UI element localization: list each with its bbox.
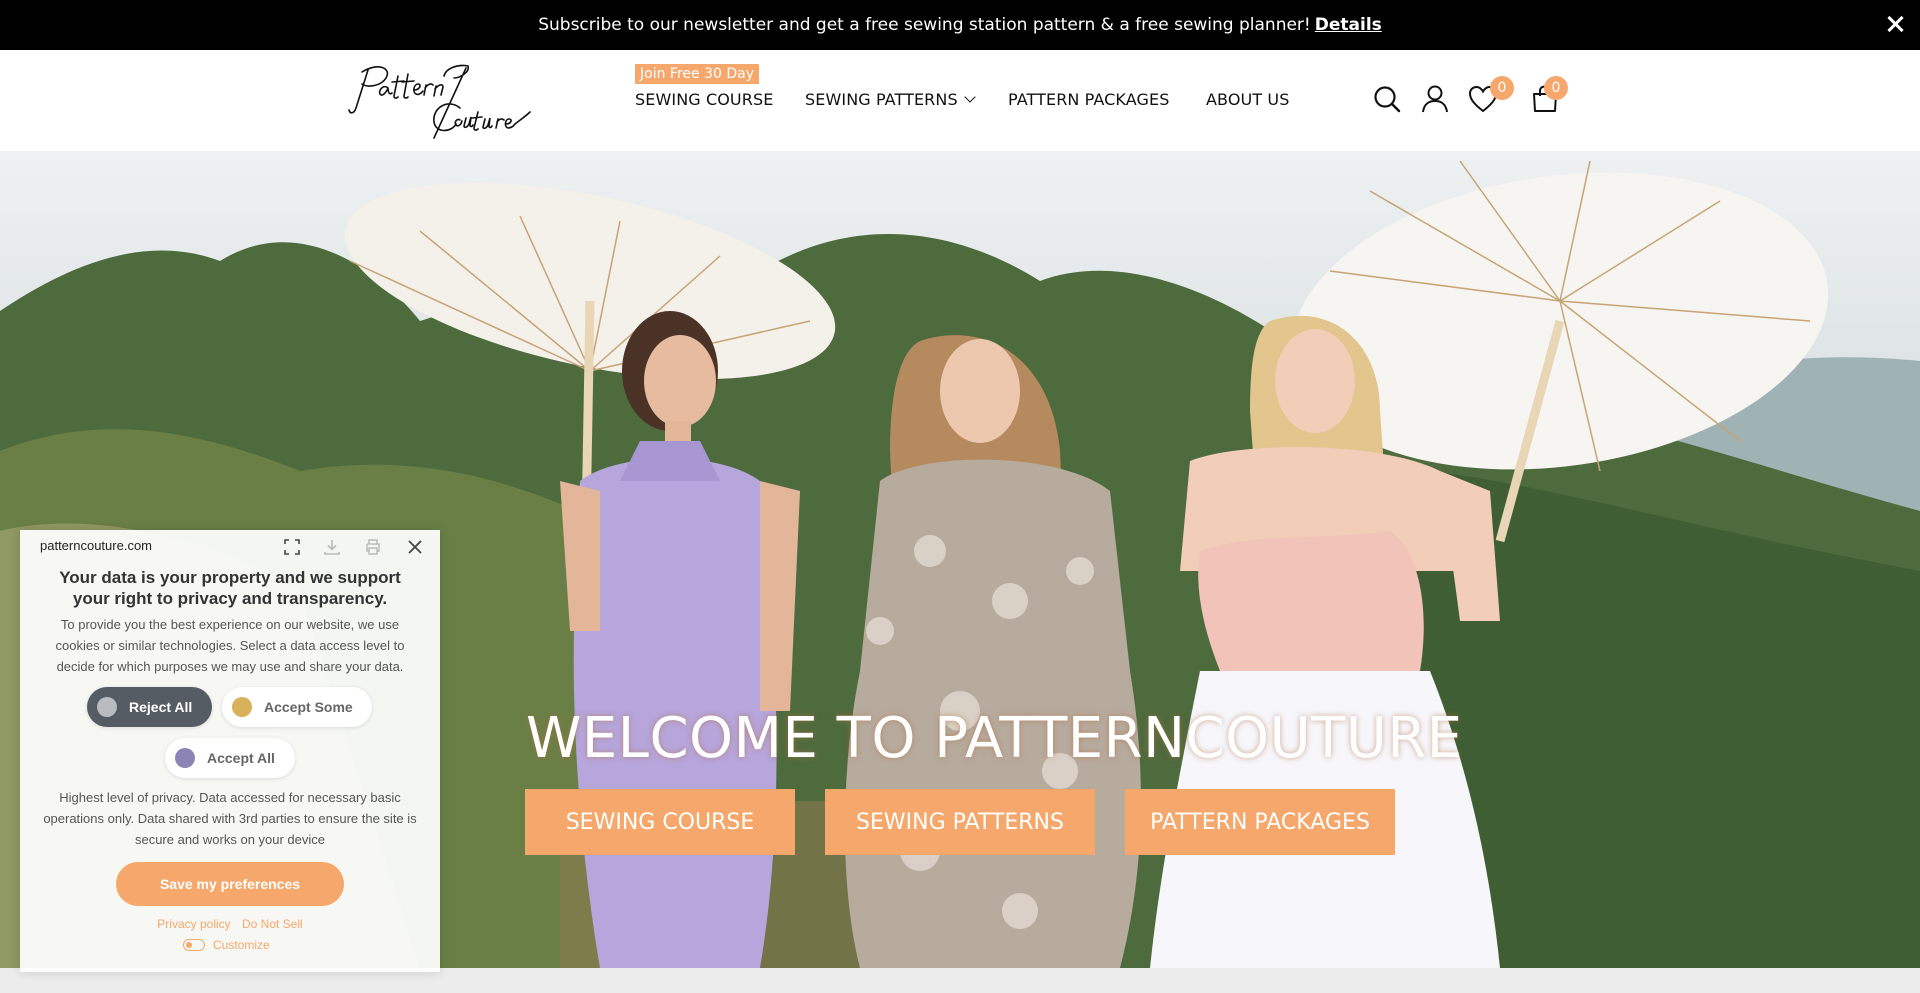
- toggle-icon: [183, 939, 205, 951]
- nav-sewing-patterns[interactable]: SEWING PATTERNS: [805, 90, 976, 109]
- hero-sewing-course-button[interactable]: SEWING COURSE: [525, 789, 795, 855]
- accept-some-radio-dot: [232, 697, 252, 717]
- accept-all-label: Accept All: [207, 750, 275, 766]
- accept-all-radio-dot: [175, 748, 195, 768]
- expand-icon[interactable]: [282, 537, 302, 557]
- accept-some-label: Accept Some: [264, 699, 353, 715]
- consent-intro: To provide you the best experience on ou…: [55, 617, 405, 674]
- reject-all-label: Reject All: [129, 699, 193, 715]
- account-icon[interactable]: [1420, 84, 1450, 114]
- accept-all-button[interactable]: Accept All: [165, 738, 295, 778]
- download-icon[interactable]: [322, 537, 342, 557]
- privacy-level-description: Highest level of privacy. Data accessed …: [43, 790, 417, 847]
- close-icon[interactable]: [405, 537, 425, 557]
- announcement-bar: Subscribe to our newsletter and get a fr…: [0, 0, 1920, 50]
- privacy-policy-link[interactable]: Privacy policy: [157, 917, 230, 931]
- do-not-sell-link[interactable]: Do Not Sell: [242, 917, 303, 931]
- pattern-couture-logo[interactable]: [348, 62, 532, 140]
- customize-toggle[interactable]: Customize: [183, 938, 270, 952]
- nav-sewing-patterns-label: SEWING PATTERNS: [805, 90, 958, 109]
- announcement-close-icon[interactable]: [1884, 13, 1906, 35]
- print-icon[interactable]: [363, 537, 383, 557]
- join-free-badge: Join Free 30 Day: [635, 64, 759, 84]
- search-icon[interactable]: [1372, 84, 1402, 114]
- nav-about-us[interactable]: ABOUT US: [1206, 90, 1289, 109]
- hero-title: WELCOME TO PATTERNCOUTURE: [526, 706, 1463, 771]
- hero-sewing-patterns-button[interactable]: SEWING PATTERNS: [825, 789, 1095, 855]
- save-preferences-button[interactable]: Save my preferences: [116, 862, 344, 906]
- accept-some-button[interactable]: Accept Some: [222, 687, 372, 727]
- wishlist-count-badge: 0: [1490, 76, 1514, 100]
- announcement-details-link[interactable]: Details: [1315, 15, 1382, 35]
- nav-pattern-packages[interactable]: PATTERN PACKAGES: [1008, 90, 1169, 109]
- hero-pattern-packages-button[interactable]: PATTERN PACKAGES: [1125, 789, 1395, 855]
- reject-radio-dot: [97, 697, 117, 717]
- reject-all-button[interactable]: Reject All: [87, 687, 212, 727]
- chevron-down-icon: [964, 91, 976, 103]
- announcement-text: Subscribe to our newsletter and get a fr…: [538, 15, 1311, 35]
- site-header: Join Free 30 Day SEWING COURSE SEWING PA…: [0, 50, 1920, 151]
- consent-links: Privacy policy Do Not Sell: [20, 917, 440, 931]
- cart-count-badge: 0: [1544, 76, 1568, 100]
- consent-domain: patterncouture.com: [40, 538, 153, 553]
- nav-sewing-course[interactable]: SEWING COURSE: [635, 90, 773, 109]
- consent-heading: Your data is your property and we suppor…: [59, 568, 401, 608]
- cookie-consent-dialog: patterncouture.com Your data is your pro…: [20, 530, 440, 972]
- customize-label: Customize: [213, 938, 270, 952]
